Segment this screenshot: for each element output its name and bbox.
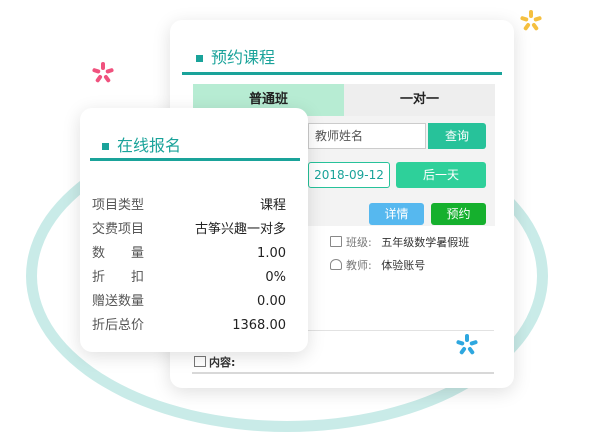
detail-value: 课程: [259, 198, 286, 213]
detail-label: 折 扣: [92, 270, 145, 285]
detail-label: 项目类型: [92, 198, 145, 213]
teacher-label: 教师:: [346, 259, 372, 272]
detail-label: 赠送数量: [92, 294, 145, 309]
sparkle-icon-pink: [91, 62, 115, 84]
title-square-icon: [196, 55, 203, 62]
class-value: 五年级数学暑假班: [381, 236, 470, 249]
detail-value: 1.00: [257, 246, 286, 261]
detail-value: 1368.00: [232, 318, 286, 333]
detail-row: 数 量 1.00: [92, 242, 286, 266]
title-square-icon: [102, 143, 109, 150]
detail-row: 折 扣 0%: [92, 266, 286, 290]
detail-label: 数 量: [92, 246, 145, 261]
detail-value: 古筝兴趣一对多: [194, 222, 286, 237]
book-icon: [194, 356, 206, 367]
enroll-title-underline: [90, 158, 300, 161]
enroll-title-text: 在线报名: [117, 136, 182, 155]
sparkle-icon-blue: [455, 334, 479, 356]
content-bottom-line: [192, 372, 494, 374]
detail-value: 0.00: [257, 294, 286, 309]
teacher-search-input[interactable]: 教师姓名: [308, 123, 426, 149]
class-info: 班级: 五年级数学暑假班: [330, 234, 469, 250]
detail-row: 折后总价 1368.00: [92, 314, 286, 338]
booking-title-underline: [182, 72, 502, 75]
enrollment-details: 项目类型 课程 交费项目 古筝兴趣一对多 数 量 1.00 折 扣 0% 赠送数…: [92, 194, 286, 338]
booking-title: 预约课程: [196, 44, 275, 68]
content-label: 内容:: [209, 356, 236, 369]
sparkle-icon-yellow: [519, 10, 543, 32]
tab-one-on-one[interactable]: 一对一: [344, 84, 495, 116]
date-picker[interactable]: 2018-09-12: [308, 162, 390, 188]
teacher-icon: [330, 259, 342, 270]
detail-label: 折后总价: [92, 318, 145, 333]
content-row: 内容:: [194, 354, 235, 370]
detail-label: 交费项目: [92, 222, 145, 237]
detail-button[interactable]: 详情: [369, 203, 424, 225]
detail-row: 项目类型 课程: [92, 194, 286, 218]
search-button[interactable]: 查询: [428, 123, 486, 149]
detail-value: 0%: [265, 270, 286, 285]
teacher-value: 体验账号: [381, 259, 426, 272]
next-day-button[interactable]: 后一天: [396, 162, 486, 188]
detail-row: 赠送数量 0.00: [92, 290, 286, 314]
teacher-info: 教师: 体验账号: [330, 257, 425, 273]
book-button[interactable]: 预约: [431, 203, 486, 225]
class-icon: [330, 236, 342, 247]
booking-title-text: 预约课程: [211, 48, 276, 67]
class-label: 班级:: [346, 236, 372, 249]
enrollment-card: 在线报名 项目类型 课程 交费项目 古筝兴趣一对多 数 量 1.00 折 扣 0…: [80, 108, 308, 352]
detail-row: 交费项目 古筝兴趣一对多: [92, 218, 286, 242]
enroll-title: 在线报名: [102, 132, 181, 156]
